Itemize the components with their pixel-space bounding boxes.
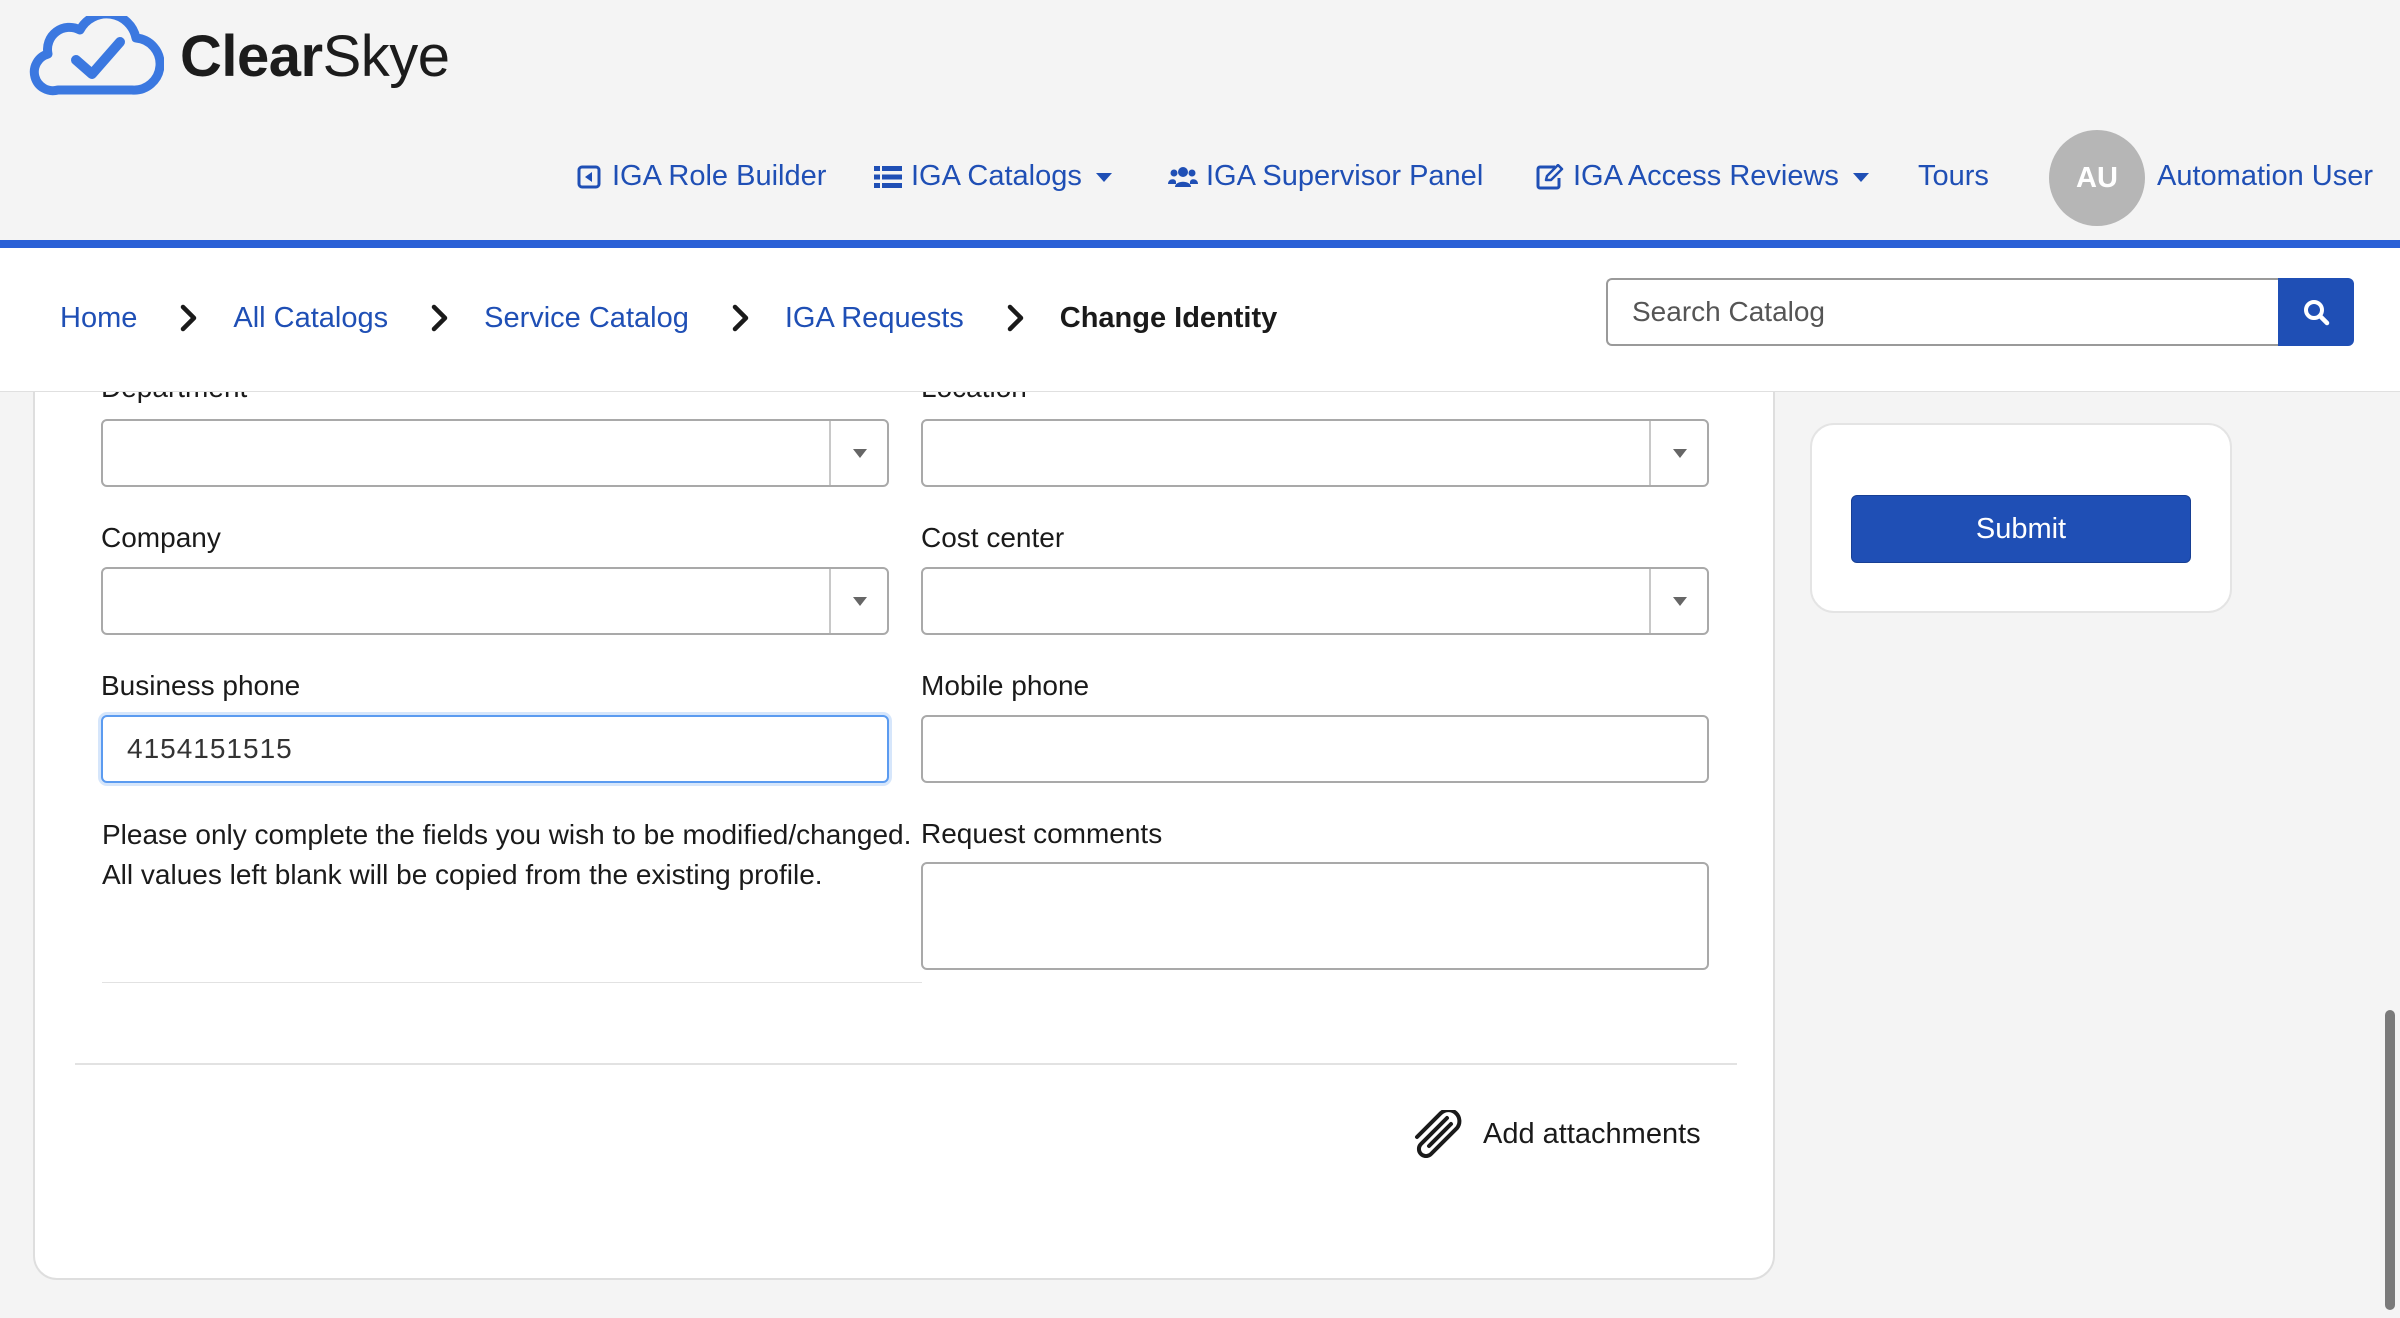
nav-label: IGA Catalogs (911, 160, 1082, 192)
company-label: Company (101, 522, 221, 553)
breadcrumb: Home All Catalogs Service Catalog IGA Re… (60, 300, 1277, 336)
nav-iga-catalogs[interactable]: IGA Catalogs (873, 160, 1112, 193)
request-form-card: Department Location Company Cost center … (33, 340, 1775, 1280)
submit-panel: Submit (1810, 423, 2232, 613)
breadcrumb-current: Change Identity (1059, 301, 1278, 334)
add-attachments-label: Add attachments (1483, 1117, 1701, 1150)
page-scrollbar[interactable] (2385, 1010, 2395, 1310)
business-phone-label: Business phone (101, 670, 301, 701)
request-comments-textarea[interactable] (921, 862, 1709, 970)
breadcrumb-iga-requests[interactable]: IGA Requests (785, 302, 964, 335)
help-divider (102, 982, 922, 983)
catalog-search (1606, 278, 2354, 346)
caret-down-icon (1095, 173, 1112, 182)
top-header: ClearSkye IGA Role Builder IGA Catalogs … (0, 0, 2400, 240)
dropdown-arrow-icon (1673, 449, 1687, 458)
select-divider (1649, 569, 1651, 633)
nav-label: IGA Supervisor Panel (1206, 160, 1484, 192)
nav-label: Tours (1918, 160, 1989, 192)
users-icon (1168, 162, 1198, 192)
select-divider (1649, 421, 1651, 485)
breadcrumb-all-catalogs[interactable]: All Catalogs (233, 302, 388, 335)
paperclip-icon (1415, 1110, 1462, 1158)
chevron-right-icon (171, 300, 207, 336)
request-comments-label: Request comments (921, 818, 1163, 849)
chevron-right-icon (422, 300, 458, 336)
chevron-right-icon (998, 300, 1034, 336)
cost-center-select[interactable] (921, 567, 1709, 635)
mobile-phone-field[interactable] (921, 715, 1709, 783)
breadcrumb-home[interactable]: Home (60, 302, 137, 335)
form-help-text: Please only complete the fields you wish… (102, 819, 912, 890)
dropdown-arrow-icon (853, 449, 867, 458)
edit-icon (1535, 162, 1565, 192)
form-footer-divider (75, 1063, 1737, 1065)
chevron-right-icon (723, 300, 759, 336)
business-phone-field[interactable] (101, 715, 889, 783)
user-avatar[interactable]: AU (2049, 130, 2145, 226)
search-icon (2304, 300, 2330, 326)
nav-iga-supervisor-panel[interactable]: IGA Supervisor Panel (1168, 160, 1483, 193)
nav-tours[interactable]: Tours (1918, 160, 1989, 193)
search-button[interactable] (2278, 278, 2354, 346)
header-accent-bar (0, 240, 2400, 248)
breadcrumb-service-catalog[interactable]: Service Catalog (484, 302, 689, 335)
nav-label: IGA Role Builder (612, 160, 827, 192)
submit-button[interactable]: Submit (1851, 495, 2191, 563)
location-select[interactable] (921, 419, 1709, 487)
breadcrumb-bar: Home All Catalogs Service Catalog IGA Re… (0, 248, 2400, 392)
dropdown-arrow-icon (1673, 597, 1687, 606)
select-divider (829, 569, 831, 633)
nav-iga-access-reviews[interactable]: IGA Access Reviews (1535, 160, 1869, 193)
clearskye-logo[interactable]: ClearSkye (28, 14, 450, 100)
department-select[interactable] (101, 419, 889, 487)
brand-name: ClearSkye (180, 24, 450, 89)
cost-center-label: Cost center (921, 522, 1065, 553)
select-divider (829, 421, 831, 485)
caret-down-icon (1852, 173, 1869, 182)
caret-square-left-icon (574, 162, 604, 192)
search-input[interactable] (1606, 278, 2278, 346)
main-nav: IGA Role Builder IGA Catalogs IGA Superv… (0, 130, 2400, 230)
nav-iga-role-builder[interactable]: IGA Role Builder (574, 160, 826, 193)
user-name-link[interactable]: Automation User (2157, 160, 2373, 193)
mobile-phone-label: Mobile phone (921, 670, 1090, 701)
list-icon (873, 162, 903, 192)
add-attachments-button[interactable]: Add attachments (1409, 1110, 1701, 1158)
nav-label: IGA Access Reviews (1573, 160, 1839, 192)
company-select[interactable] (101, 567, 889, 635)
dropdown-arrow-icon (853, 597, 867, 606)
cloud-check-icon (29, 16, 164, 96)
